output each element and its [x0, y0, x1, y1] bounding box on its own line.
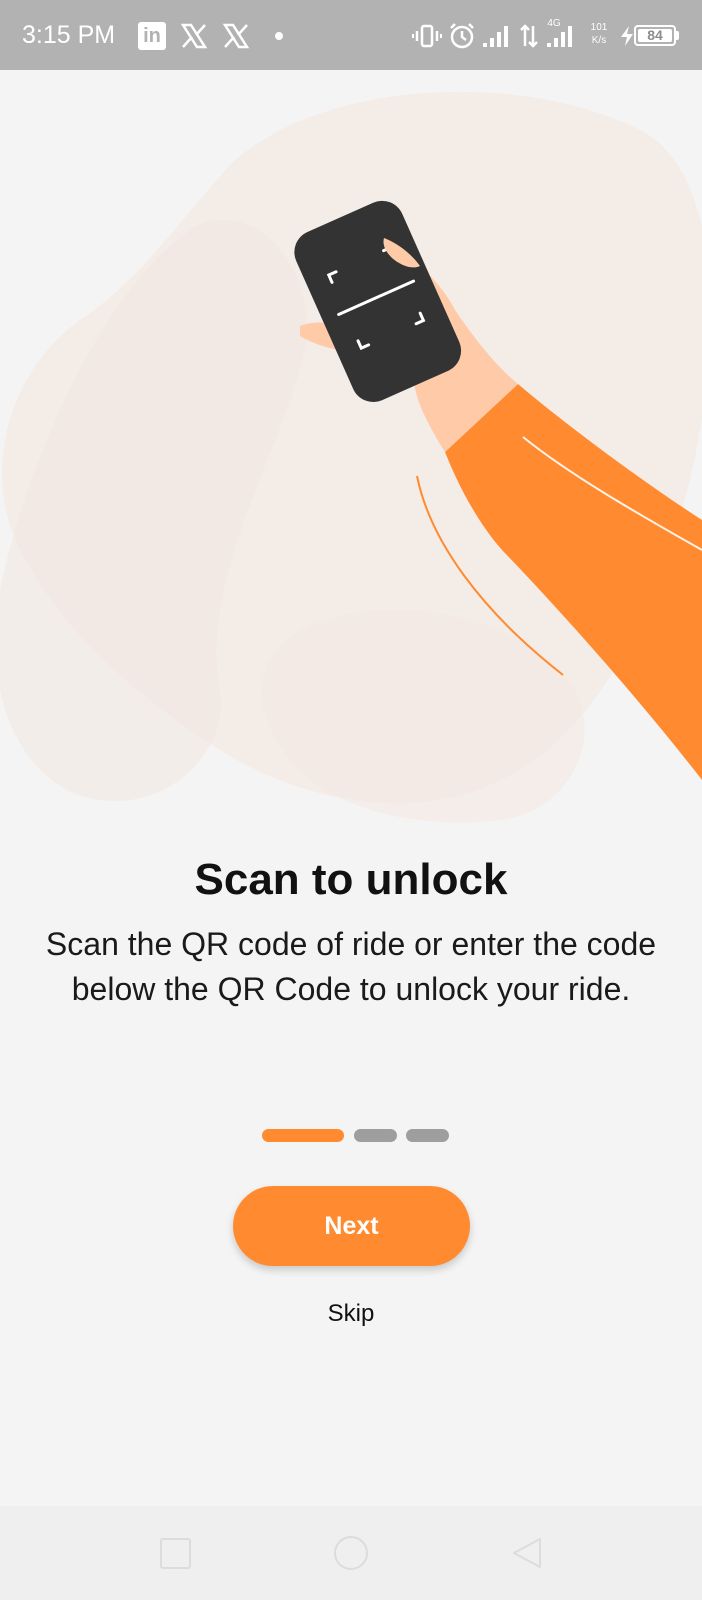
charging-icon: [621, 26, 633, 46]
onboarding-screen: 3:15 PM in 4G 101 K/s 84 Scan to unlock …: [0, 0, 702, 1600]
navigation-bar: [0, 1506, 702, 1600]
notification-dot-icon: [275, 32, 283, 40]
onboarding-description: Scan the QR code of ride or enter the co…: [45, 926, 657, 1007]
vibrate-icon: [412, 24, 442, 48]
onboarding-title: Scan to unlock: [194, 855, 508, 904]
skip-button[interactable]: Skip: [291, 1296, 411, 1332]
alarm-icon: [450, 23, 474, 49]
network-speed-value: 101: [590, 22, 608, 33]
x-icon: [180, 23, 208, 49]
scan-illustration: [0, 91, 702, 823]
status-time: 3:15 PM: [22, 21, 116, 49]
battery-level: 84: [647, 27, 663, 43]
data-transfer-icon: [520, 24, 538, 48]
signal-4g-icon: [547, 26, 572, 47]
back-button[interactable]: [510, 1536, 544, 1570]
page-indicator-dot: [354, 1129, 397, 1142]
page-indicator-dot: [406, 1129, 449, 1142]
battery-icon: 84: [634, 25, 676, 46]
linkedin-icon: in: [138, 22, 166, 50]
status-bar: 3:15 PM in 4G 101 K/s 84: [0, 0, 702, 70]
network-speed-unit: K/s: [591, 35, 607, 46]
next-button[interactable]: Next: [233, 1186, 470, 1266]
recents-button[interactable]: [160, 1538, 191, 1569]
x-icon: [222, 23, 250, 49]
home-button[interactable]: [334, 1536, 368, 1570]
page-indicator-dot-active: [262, 1129, 344, 1142]
signal-icon: [483, 26, 508, 47]
